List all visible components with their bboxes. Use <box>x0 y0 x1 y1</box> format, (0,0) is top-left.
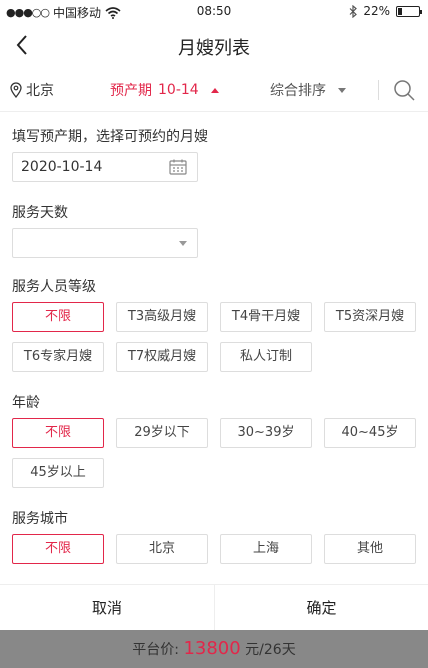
level-option[interactable]: 不限 <box>12 302 104 332</box>
age-option[interactable]: 45岁以上 <box>12 458 104 488</box>
sort-label: 综合排序 <box>270 83 326 99</box>
status-bar: ●●●○○ 中国移动 08:50 22% <box>0 0 428 24</box>
filter-divider <box>378 80 379 100</box>
due-section-label: 填写预产期，选择可预约的月嫂 <box>12 129 208 145</box>
level-section-label: 服务人员等级 <box>12 279 96 295</box>
level-option[interactable]: 私人订制 <box>220 342 312 372</box>
nav-bar: 月嫂列表 <box>0 24 428 68</box>
age-option[interactable]: 40~45岁 <box>324 418 416 448</box>
battery-fill <box>398 7 403 15</box>
cancel-button[interactable]: 取消 <box>0 585 214 631</box>
city-option[interactable]: 北京 <box>116 534 208 564</box>
age-section-label: 年龄 <box>12 395 40 411</box>
city-section-label: 服务城市 <box>12 511 68 527</box>
calendar-icon[interactable] <box>169 159 187 175</box>
sort-selector[interactable]: 综合排序 <box>270 80 346 100</box>
price-bar: 平台价: 13800 元/26天 <box>0 630 428 668</box>
battery-percent: 22% <box>363 4 390 18</box>
level-option[interactable]: T4骨干月嫂 <box>220 302 312 332</box>
caret-down-icon <box>338 87 346 93</box>
price-value: 13800 <box>183 638 241 659</box>
age-option[interactable]: 30~39岁 <box>220 418 312 448</box>
days-section-label: 服务天数 <box>12 205 68 221</box>
city-option[interactable]: 不限 <box>12 534 104 564</box>
city-label: 北京 <box>26 83 54 99</box>
status-right-group: 22% <box>349 4 422 18</box>
due-date-input[interactable]: 2020-10-14 <box>12 152 198 182</box>
due-date-filter-value: 10-14 <box>158 82 199 98</box>
age-option[interactable]: 29岁以下 <box>116 418 208 448</box>
filter-bar: 北京 预产期 10-14 综合排序 <box>0 68 428 112</box>
search-icon[interactable] <box>392 78 416 102</box>
level-option[interactable]: T7权威月嫂 <box>116 342 208 372</box>
caret-down-icon <box>179 241 187 246</box>
city-selector[interactable]: 北京 <box>10 80 54 100</box>
level-option[interactable]: T6专家月嫂 <box>12 342 104 372</box>
page-title: 月嫂列表 <box>178 38 250 59</box>
level-option[interactable]: T5资深月嫂 <box>324 302 416 332</box>
location-pin-icon <box>10 82 22 98</box>
due-date-filter[interactable]: 预产期 10-14 <box>110 80 219 100</box>
due-date-value: 2020-10-14 <box>21 159 103 175</box>
city-option[interactable]: 上海 <box>220 534 312 564</box>
age-option[interactable]: 不限 <box>12 418 104 448</box>
price-prefix: 平台价: <box>132 642 179 658</box>
footer-actions: 取消 确定 <box>0 584 428 631</box>
caret-up-icon <box>210 87 219 93</box>
service-days-select[interactable] <box>12 228 198 258</box>
bluetooth-icon <box>349 4 358 18</box>
city-option[interactable]: 其他 <box>324 534 416 564</box>
confirm-button[interactable]: 确定 <box>214 585 428 631</box>
battery-icon <box>396 5 422 17</box>
due-date-filter-label: 预产期 <box>110 83 152 99</box>
price-suffix: 元/26天 <box>245 642 296 658</box>
level-option[interactable]: T3高级月嫂 <box>116 302 208 332</box>
